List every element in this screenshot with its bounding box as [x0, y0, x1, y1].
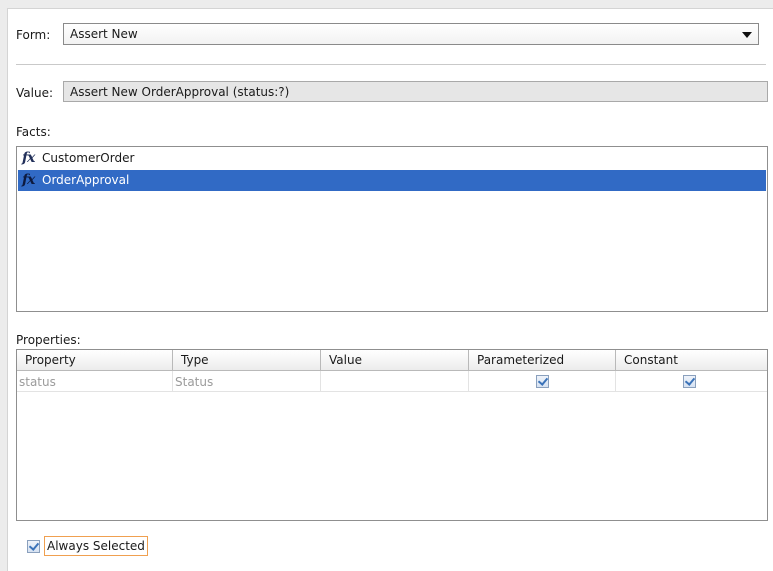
properties-label: Properties:	[16, 333, 81, 347]
value-text: Assert New OrderApproval (status:?)	[70, 85, 290, 99]
cell-property[interactable]: status	[17, 371, 173, 392]
fx-function-icon: fx	[22, 172, 35, 188]
cell-value[interactable]	[321, 371, 469, 392]
parameterized-checkbox[interactable]	[536, 375, 549, 388]
form-dropdown[interactable]: Assert New	[63, 23, 759, 45]
column-header-constant[interactable]: Constant	[616, 350, 767, 371]
facts-label: Facts:	[16, 125, 51, 139]
column-header-property[interactable]: Property	[17, 350, 173, 371]
constant-checkbox[interactable]	[683, 375, 696, 388]
always-selected-label[interactable]: Always Selected	[44, 536, 148, 556]
column-header-value[interactable]: Value	[321, 350, 469, 371]
cell-type[interactable]: Status	[173, 371, 321, 392]
properties-table[interactable]: Property Type Value Parameterized Consta…	[16, 349, 768, 521]
column-header-parameterized[interactable]: Parameterized	[469, 350, 616, 371]
dropdown-arrow-icon[interactable]	[742, 32, 752, 38]
fact-item-customerorder[interactable]: fx CustomerOrder	[18, 148, 766, 169]
fact-item-orderapproval[interactable]: fx OrderApproval	[18, 170, 766, 191]
value-label: Value:	[16, 86, 53, 100]
cell-parameterized	[469, 371, 616, 392]
form-dropdown-value: Assert New	[70, 27, 138, 41]
always-selected-checkbox[interactable]	[27, 540, 40, 553]
fx-function-icon: fx	[22, 150, 35, 166]
value-field: Assert New OrderApproval (status:?)	[63, 81, 768, 102]
fact-item-label: CustomerOrder	[42, 151, 135, 165]
form-label: Form:	[16, 28, 51, 42]
dialog-window: Form: Assert New Value: Assert New Order…	[0, 0, 773, 571]
facts-list[interactable]: fx CustomerOrder fx OrderApproval	[16, 146, 768, 312]
separator	[16, 64, 766, 65]
column-header-type[interactable]: Type	[173, 350, 321, 371]
cell-constant	[616, 371, 767, 392]
fact-item-label: OrderApproval	[42, 173, 130, 187]
